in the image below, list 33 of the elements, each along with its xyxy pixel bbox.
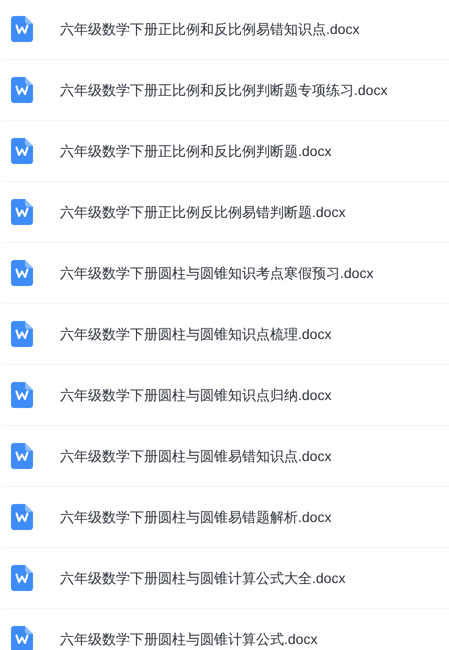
document-icon — [11, 382, 33, 408]
document-icon — [11, 321, 33, 347]
document-icon — [11, 77, 33, 103]
file-name: 六年级数学下册圆柱与圆锥知识考点寒假预习.docx — [60, 264, 374, 282]
file-name: 六年级数学下册圆柱与圆锥易错题解析.docx — [60, 508, 332, 526]
file-name: 六年级数学下册圆柱与圆锥易错知识点.docx — [60, 446, 332, 466]
document-icon — [11, 199, 33, 225]
document-icon — [11, 138, 33, 164]
document-icon — [11, 565, 33, 591]
file-name: 六年级数学下册正比例反比例易错判断题.docx — [60, 202, 346, 222]
file-row[interactable]: 六年级数学下册圆柱与圆锥知识点归纳.docx — [3, 365, 449, 426]
file-row[interactable]: 六年级数学下册圆柱与圆锥易错题解析.docx — [3, 487, 449, 548]
file-row[interactable]: 六年级数学下册正比例和反比例判断题专项练习.docx — [3, 60, 449, 121]
document-icon — [11, 504, 33, 530]
file-name: 六年级数学下册正比例和反比例易错知识点.docx — [60, 20, 360, 38]
document-icon — [11, 16, 33, 42]
file-name: 六年级数学下册圆柱与圆锥知识点梳理.docx — [60, 324, 332, 344]
file-name: 六年级数学下册圆柱与圆锥知识点归纳.docx — [60, 386, 332, 404]
document-icon — [11, 443, 33, 469]
file-row[interactable]: 六年级数学下册圆柱与圆锥计算公式.docx — [3, 609, 449, 650]
document-icon — [11, 260, 33, 286]
file-row[interactable]: 六年级数学下册圆柱与圆锥计算公式大全.docx — [3, 548, 449, 609]
file-row[interactable]: 六年级数学下册圆柱与圆锥知识点梳理.docx — [3, 304, 449, 365]
file-name: 六年级数学下册正比例和反比例判断题.docx — [60, 142, 332, 160]
file-name: 六年级数学下册圆柱与圆锥计算公式大全.docx — [60, 568, 346, 588]
file-row[interactable]: 六年级数学下册正比例和反比例判断题.docx — [3, 121, 449, 182]
file-row[interactable]: 六年级数学下册圆柱与圆锥易错知识点.docx — [3, 426, 449, 487]
file-name: 六年级数学下册圆柱与圆锥计算公式.docx — [60, 630, 318, 648]
file-row[interactable]: 六年级数学下册正比例反比例易错判断题.docx — [3, 182, 449, 243]
document-icon — [11, 626, 33, 650]
file-name: 六年级数学下册正比例和反比例判断题专项练习.docx — [60, 80, 388, 100]
file-row[interactable]: 六年级数学下册圆柱与圆锥知识考点寒假预习.docx — [3, 243, 449, 304]
file-row[interactable]: 六年级数学下册正比例和反比例易错知识点.docx — [3, 0, 449, 60]
